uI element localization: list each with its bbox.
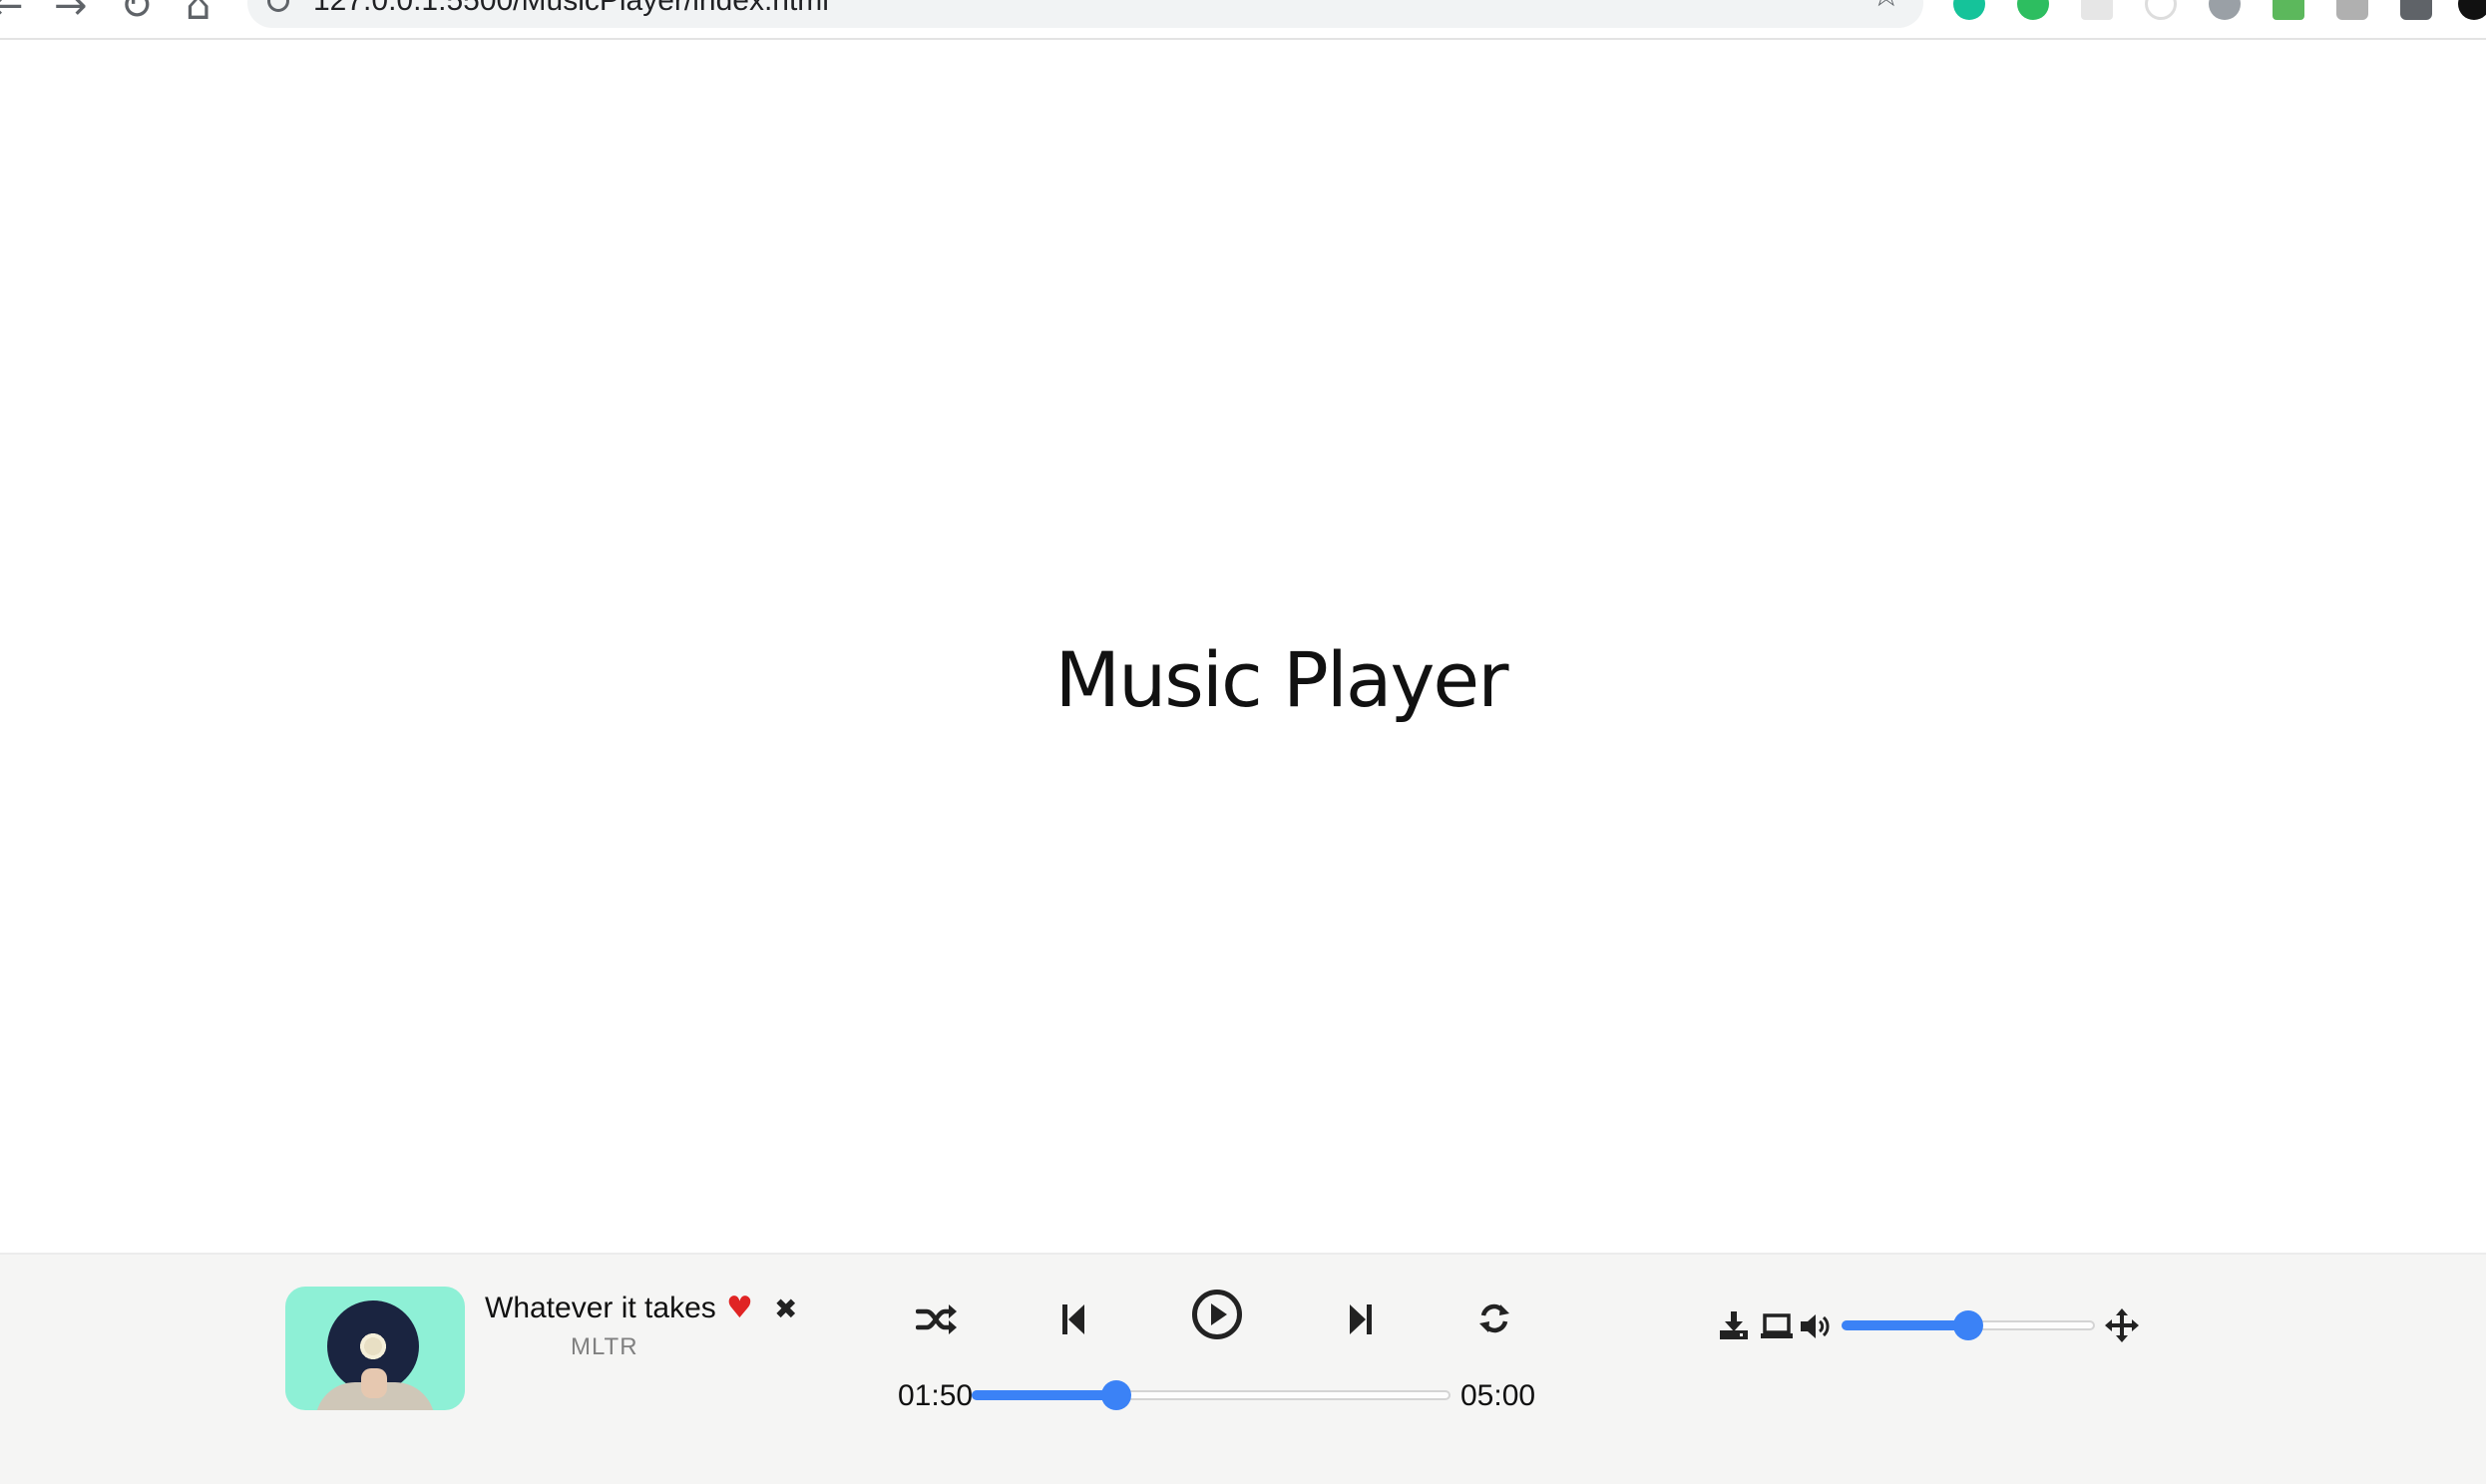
back-icon[interactable]: ← bbox=[0, 0, 24, 26]
evernote-extension-icon[interactable] bbox=[2017, 0, 2049, 20]
repeat-icon[interactable] bbox=[1476, 1300, 1512, 1336]
volume-slider[interactable] bbox=[1842, 1310, 2095, 1340]
extension-icon[interactable] bbox=[2273, 0, 2304, 20]
laptop-icon[interactable] bbox=[1760, 1312, 1794, 1340]
puzzle-extensions-icon[interactable] bbox=[2400, 0, 2432, 20]
extension-icon[interactable] bbox=[2145, 0, 2177, 20]
album-art-hand bbox=[361, 1368, 387, 1398]
browser-toolbar: ← → ↻ ⌂ 127.0.0.1:5500/MusicPlayer/index… bbox=[0, 0, 2486, 40]
extension-icon[interactable] bbox=[2336, 0, 2368, 20]
next-icon[interactable] bbox=[1349, 1302, 1373, 1336]
download-icon[interactable] bbox=[1718, 1310, 1750, 1340]
close-icon[interactable]: ✖ bbox=[774, 1293, 797, 1326]
volume-icon[interactable] bbox=[1800, 1312, 1834, 1340]
home-icon[interactable]: ⌂ bbox=[186, 0, 210, 26]
progress-thumb[interactable] bbox=[1100, 1380, 1131, 1410]
track-title: Whatever it takes bbox=[485, 1292, 716, 1324]
heart-icon[interactable]: ♥ bbox=[726, 1291, 753, 1326]
forward-icon[interactable]: → bbox=[54, 0, 88, 26]
album-art bbox=[285, 1287, 465, 1410]
current-time: 01:50 bbox=[898, 1379, 974, 1412]
progress-fill bbox=[972, 1390, 1114, 1400]
music-player-bar: Whatever it takes ♥ ✖ MLTR 01:50 05:00 bbox=[0, 1253, 2486, 1484]
grammarly-extension-icon[interactable] bbox=[1953, 0, 1985, 20]
page-title: Music Player bbox=[1054, 635, 1509, 724]
duration-time: 05:00 bbox=[1460, 1379, 1536, 1412]
profile-avatar[interactable] bbox=[2458, 0, 2486, 20]
volume-thumb[interactable] bbox=[1953, 1310, 1983, 1340]
previous-icon[interactable] bbox=[1061, 1302, 1085, 1336]
extension-icon[interactable] bbox=[2209, 0, 2241, 20]
track-artist: MLTR bbox=[571, 1333, 638, 1360]
info-icon[interactable] bbox=[267, 0, 289, 12]
bookmark-star-icon[interactable]: ☆ bbox=[1871, 0, 1901, 12]
progress-slider[interactable] bbox=[972, 1380, 1450, 1410]
url-text: 127.0.0.1:5500/MusicPlayer/index.html bbox=[313, 0, 829, 17]
play-icon[interactable] bbox=[1191, 1289, 1243, 1340]
address-bar[interactable]: 127.0.0.1:5500/MusicPlayer/index.html ☆ bbox=[247, 0, 1923, 28]
volume-fill bbox=[1842, 1320, 1966, 1330]
reload-icon[interactable]: ↻ bbox=[120, 0, 154, 26]
extension-icon[interactable] bbox=[2081, 0, 2113, 20]
move-icon[interactable] bbox=[2105, 1308, 2139, 1342]
shuffle-icon[interactable] bbox=[916, 1302, 958, 1336]
page: ← → ↻ ⌂ 127.0.0.1:5500/MusicPlayer/index… bbox=[0, 0, 2486, 1484]
